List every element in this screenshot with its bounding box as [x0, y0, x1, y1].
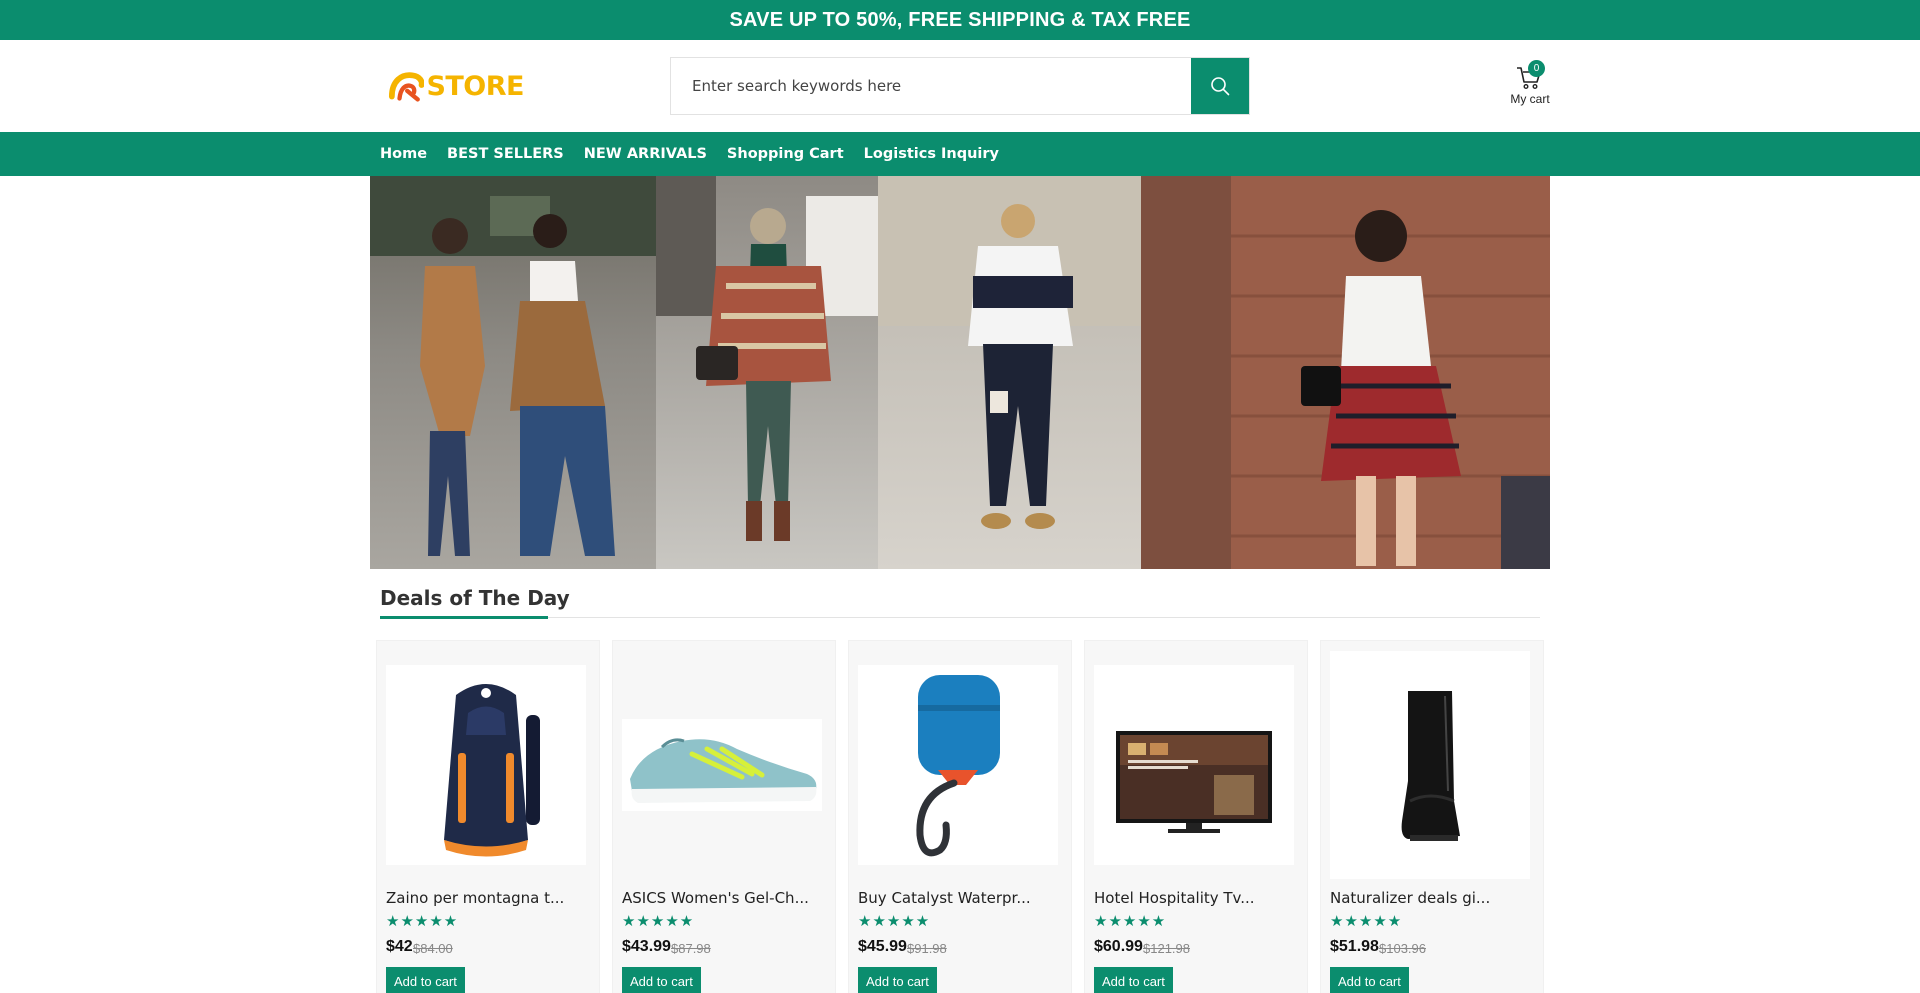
- deals-section-title: Deals of The Day: [380, 586, 570, 610]
- search-bar: [670, 57, 1250, 115]
- product-name[interactable]: Hotel Hospitality Tv...: [1094, 889, 1255, 907]
- product-old-price: $87.98: [671, 941, 711, 956]
- sneaker-image[interactable]: [622, 719, 822, 811]
- tv-image[interactable]: [1094, 665, 1294, 865]
- hero-photo-4: [1141, 176, 1550, 569]
- product-price: $42: [386, 938, 413, 955]
- hero-photo-1: [370, 176, 656, 569]
- product-price: $60.99: [1094, 938, 1143, 955]
- promo-text: SAVE UP TO 50%, FREE SHIPPING & TAX FREE: [729, 8, 1191, 31]
- product-name[interactable]: ASICS Women's Gel-Ch...: [622, 889, 809, 907]
- rating-stars: ★★★★★: [1094, 913, 1167, 930]
- add-to-cart-button[interactable]: Add to cart: [386, 967, 465, 993]
- backpack-image[interactable]: [386, 665, 586, 865]
- cart-count-badge: 0: [1528, 60, 1545, 77]
- nav-item-new-arrivals[interactable]: NEW ARRIVALS: [584, 146, 707, 162]
- nav-item-logistics-inquiry[interactable]: Logistics Inquiry: [864, 146, 999, 162]
- rating-stars: ★★★★★: [858, 913, 931, 930]
- product-name[interactable]: Naturalizer deals gi...: [1330, 889, 1490, 907]
- add-to-cart-button[interactable]: Add to cart: [1094, 967, 1173, 993]
- section-title-underline: [380, 616, 548, 619]
- nav-item-best-sellers[interactable]: BEST SELLERS: [447, 146, 564, 162]
- hero-banner[interactable]: [370, 176, 1550, 569]
- logo-mark-icon: [388, 72, 425, 102]
- product-name[interactable]: Zaino per montagna t...: [386, 889, 564, 907]
- deals-product-list: Zaino per montagna t... ★★★★★ $42 $84.00…: [376, 640, 1544, 993]
- section-divider: [380, 617, 1540, 618]
- product-old-price: $91.98: [907, 941, 947, 956]
- store-logo[interactable]: STORE: [388, 66, 524, 106]
- add-to-cart-button[interactable]: Add to cart: [622, 967, 701, 993]
- search-button[interactable]: [1191, 58, 1249, 114]
- search-input[interactable]: [671, 58, 1191, 114]
- product-old-price: $103.96: [1379, 941, 1426, 956]
- rating-stars: ★★★★★: [1330, 913, 1403, 930]
- main-nav: Home BEST SELLERS NEW ARRIVALS Shopping …: [0, 132, 1920, 176]
- cart-button[interactable]: 0 My cart: [1508, 58, 1552, 110]
- rating-stars: ★★★★★: [386, 913, 459, 930]
- promo-banner: SAVE UP TO 50%, FREE SHIPPING & TAX FREE: [0, 0, 1920, 40]
- product-card[interactable]: Zaino per montagna t... ★★★★★ $42 $84.00…: [376, 640, 600, 993]
- nav-item-home[interactable]: Home: [380, 146, 427, 162]
- ankle-boot-image[interactable]: [1330, 651, 1530, 879]
- product-card[interactable]: ASICS Women's Gel-Ch... ★★★★★ $43.99 $87…: [612, 640, 836, 993]
- search-icon: [1211, 77, 1230, 96]
- site-header: STORE 0 My cart: [0, 40, 1920, 132]
- product-old-price: $121.98: [1143, 941, 1190, 956]
- nav-item-shopping-cart[interactable]: Shopping Cart: [727, 146, 844, 162]
- rating-stars: ★★★★★: [622, 913, 695, 930]
- add-to-cart-button[interactable]: Add to cart: [858, 967, 937, 993]
- product-old-price: $84.00: [413, 941, 453, 956]
- logo-text: STORE: [426, 70, 524, 102]
- hero-photo-3: [878, 176, 1141, 569]
- airpods-case-image[interactable]: [858, 665, 1058, 865]
- product-price: $51.98: [1330, 938, 1379, 955]
- product-card[interactable]: Hotel Hospitality Tv... ★★★★★ $60.99 $12…: [1084, 640, 1308, 993]
- cart-label: My cart: [1510, 92, 1550, 106]
- product-card[interactable]: Buy Catalyst Waterpr... ★★★★★ $45.99 $91…: [848, 640, 1072, 993]
- product-price: $45.99: [858, 938, 907, 955]
- hero-photo-2: [656, 176, 878, 569]
- product-price: $43.99: [622, 938, 671, 955]
- product-card[interactable]: Naturalizer deals gi... ★★★★★ $51.98 $10…: [1320, 640, 1544, 993]
- add-to-cart-button[interactable]: Add to cart: [1330, 967, 1409, 993]
- product-name[interactable]: Buy Catalyst Waterpr...: [858, 889, 1031, 907]
